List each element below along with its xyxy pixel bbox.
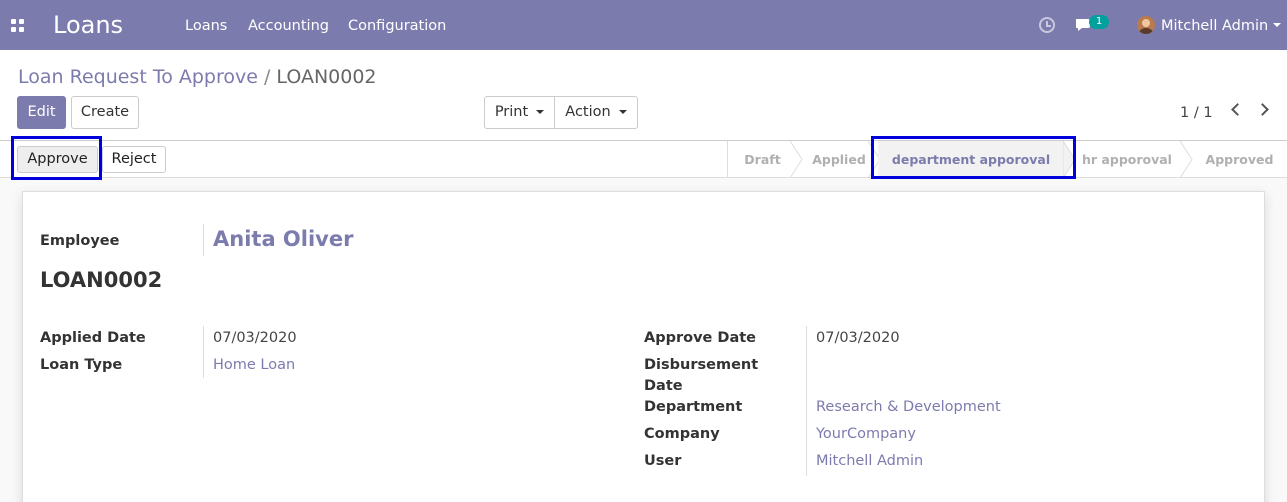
stage-separator-icon — [790, 141, 803, 178]
breadcrumb-parent-link[interactable]: Loan Request To Approve — [18, 66, 258, 88]
disbursement-date-label-line2: Date — [644, 378, 683, 394]
chevron-down-icon — [536, 110, 545, 114]
applied-date-label: Applied Date — [40, 330, 146, 346]
field-divider — [203, 326, 204, 378]
company-link[interactable]: YourCompany — [816, 424, 916, 445]
chevron-left-icon[interactable] — [1231, 103, 1244, 116]
create-button[interactable]: Create — [71, 96, 139, 129]
reject-button[interactable]: Reject — [102, 146, 166, 173]
breadcrumb-separator: / — [257, 66, 277, 88]
user-link[interactable]: Mitchell Admin — [816, 451, 923, 472]
user-menu-name[interactable]: Mitchell Admin — [1161, 17, 1268, 35]
employee-label: Employee — [40, 233, 120, 249]
loan-type-label: Loan Type — [40, 357, 123, 373]
employee-field[interactable]: Anita Oliver — [213, 225, 353, 253]
chevron-down-icon[interactable] — [1273, 23, 1281, 27]
loan-name-title: LOAN0002 — [40, 268, 163, 292]
control-panel: Loan Request To Approve / LOAN0002 Edit … — [0, 50, 1287, 141]
stage-draft[interactable]: Draft — [727, 141, 797, 178]
activity-clock-icon[interactable] — [1039, 17, 1055, 33]
menu-accounting[interactable]: Accounting — [248, 17, 329, 35]
stage-hr-approval[interactable]: hr apporoval — [1074, 141, 1180, 178]
breadcrumb: Loan Request To Approve / LOAN0002 — [18, 64, 377, 90]
highlight-stage-box — [871, 136, 1076, 179]
user-label: User — [644, 453, 682, 469]
apps-menu-icon[interactable] — [11, 19, 24, 32]
stage-applied[interactable]: Applied — [804, 141, 874, 178]
stage-approved[interactable]: Approved — [1192, 141, 1287, 178]
app-brand[interactable]: Loans — [53, 10, 123, 40]
top-navbar: Loans Loans Accounting Configuration 1 M… — [0, 0, 1287, 50]
field-divider — [806, 326, 807, 476]
department-link[interactable]: Research & Development — [816, 397, 1001, 418]
field-divider — [203, 224, 204, 256]
status-bar: Approve Reject Draft Applied department … — [0, 136, 1287, 180]
action-dropdown-button[interactable]: Action — [554, 96, 638, 129]
company-label: Company — [644, 426, 720, 442]
approve-date-label: Approve Date — [644, 330, 757, 346]
menu-configuration[interactable]: Configuration — [348, 17, 446, 35]
action-label: Action — [565, 104, 611, 120]
pager-value[interactable]: 1 / 1 — [1180, 104, 1213, 122]
chevron-right-icon[interactable] — [1256, 103, 1269, 116]
chat-count-badge: 1 — [1089, 15, 1109, 29]
highlight-approve-box — [11, 136, 102, 180]
print-dropdown-button[interactable]: Print — [484, 96, 555, 129]
loan-type-link[interactable]: Home Loan — [213, 355, 295, 376]
disbursement-date-label-line1: Disbursement — [644, 357, 759, 373]
chevron-down-icon — [618, 110, 627, 114]
avatar[interactable] — [1137, 16, 1155, 34]
applied-date-value[interactable]: 07/03/2020 — [213, 328, 297, 349]
department-label: Department — [644, 399, 743, 415]
edit-button[interactable]: Edit — [17, 96, 66, 129]
menu-loans[interactable]: Loans — [185, 17, 227, 35]
approve-date-value[interactable]: 07/03/2020 — [816, 328, 900, 349]
breadcrumb-current: LOAN0002 — [276, 66, 377, 88]
print-label: Print — [494, 104, 529, 120]
